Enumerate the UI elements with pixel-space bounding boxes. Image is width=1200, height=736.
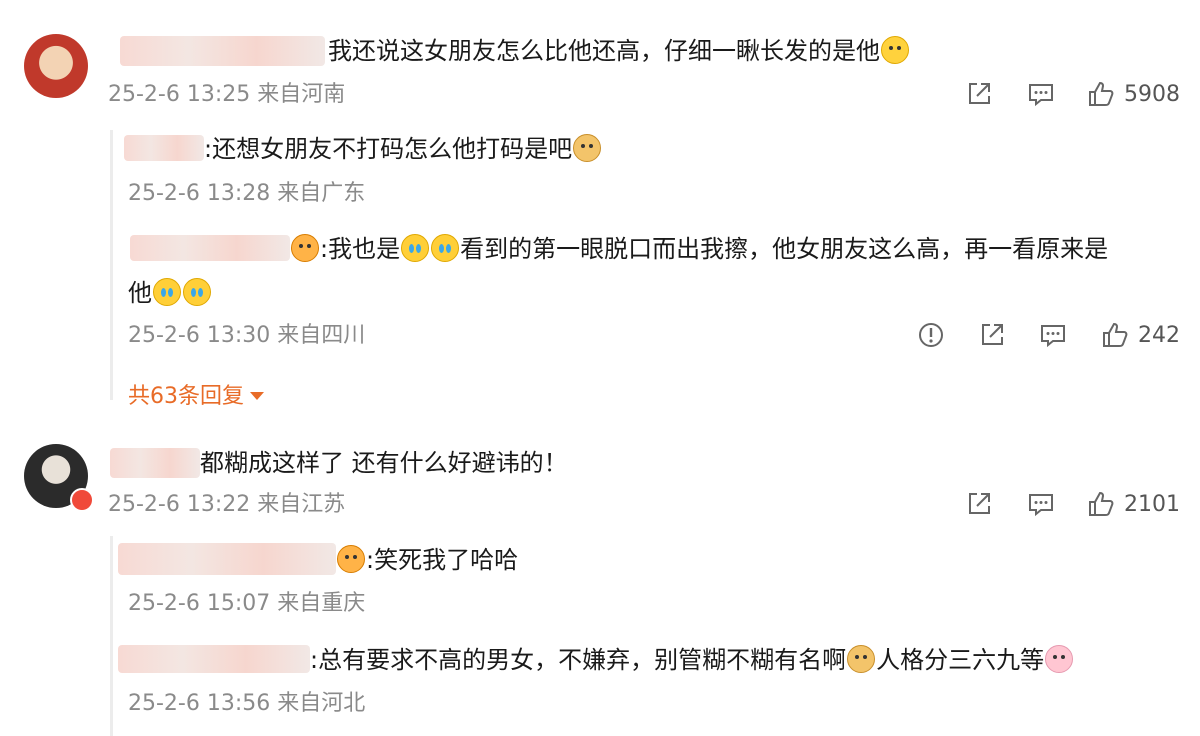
reply-text: :总有要求不高的男女，不嫌弃，别管糊不糊有名啊 人格分三六九等 — [310, 645, 1074, 675]
emoji-icon — [573, 134, 602, 162]
comment-button[interactable] — [1038, 320, 1068, 350]
like-count: 2101 — [1124, 491, 1180, 517]
reply-text-wrap: 他 — [128, 278, 212, 308]
comment-icon — [1041, 325, 1065, 348]
comment-meta: 25-2-6 13:22 来自江苏 — [108, 491, 345, 519]
comment-meta: 25-2-6 13:25 来自河南 — [108, 81, 345, 109]
like-icon — [1089, 81, 1114, 106]
like-button[interactable]: 5908 — [1086, 79, 1180, 109]
comment-icon — [1029, 84, 1053, 107]
avatar[interactable] — [24, 34, 88, 98]
emoji-icon — [881, 36, 909, 64]
comment-time: 25-2-6 13:25 — [108, 82, 251, 107]
share-icon — [969, 493, 990, 514]
reply-text: :笑死我了哈哈 — [336, 545, 518, 575]
emoji-icon — [1045, 645, 1074, 673]
comment-location: 来自江苏 — [257, 492, 346, 517]
like-button[interactable]: 242 — [1100, 320, 1180, 350]
share-icon — [969, 83, 990, 104]
emoji-icon — [183, 278, 211, 306]
share-icon — [982, 324, 1003, 345]
reply-time: 25-2-6 13:56 — [128, 691, 271, 716]
blurred-username — [110, 448, 200, 478]
reply-time: 25-2-6 13:28 — [128, 181, 271, 206]
emoji-icon — [153, 278, 181, 306]
more-replies-link[interactable]: 共63条回复 — [128, 378, 264, 410]
reply-meta: 25-2-6 13:30 来自四川 — [128, 322, 365, 350]
blurred-username — [120, 36, 325, 66]
comment-text: 都糊成这样了 还有什么好避讳的！ — [200, 449, 568, 477]
badge-icon — [337, 545, 365, 573]
reply-time: 25-2-6 15:07 — [128, 591, 271, 616]
report-button[interactable] — [916, 320, 946, 350]
share-button[interactable] — [964, 489, 994, 519]
reply-text: :还想女朋友不打码怎么他打码是吧 — [204, 134, 602, 164]
blurred-username — [118, 645, 310, 673]
comment-time: 25-2-6 13:22 — [108, 492, 251, 517]
report-icon — [919, 323, 943, 347]
reply-meta: 25-2-6 13:56 来自河北 — [128, 690, 365, 718]
share-button[interactable] — [964, 79, 994, 109]
reply-location: 来自广东 — [277, 181, 366, 206]
like-icon — [1089, 491, 1114, 516]
comment-text: 我还说这女朋友怎么比他还高，仔细一瞅长发的是他 — [328, 36, 910, 66]
comment-location: 来自河南 — [257, 82, 346, 107]
reply-thread-line — [110, 130, 113, 400]
blurred-username — [130, 235, 290, 261]
comment-button[interactable] — [1026, 79, 1056, 109]
reply-thread-line — [110, 536, 113, 736]
like-button[interactable]: 2101 — [1086, 489, 1180, 519]
reply-meta: 25-2-6 15:07 来自重庆 — [128, 590, 365, 618]
reply-location: 来自重庆 — [277, 591, 366, 616]
reply-meta: 25-2-6 13:28 来自广东 — [128, 180, 365, 208]
verified-badge — [70, 488, 94, 512]
blurred-username — [118, 543, 336, 575]
comment-button[interactable] — [1026, 489, 1056, 519]
blurred-username — [124, 135, 204, 161]
like-icon — [1103, 322, 1128, 347]
comment-icon — [1029, 494, 1053, 517]
like-count: 242 — [1138, 322, 1180, 348]
badge-icon — [291, 234, 319, 262]
emoji-icon — [431, 234, 460, 262]
reply-location: 来自河北 — [277, 691, 366, 716]
emoji-icon — [847, 645, 876, 673]
chevron-down-icon — [250, 392, 264, 400]
share-button[interactable] — [977, 320, 1007, 350]
reply-location: 来自四川 — [277, 323, 366, 348]
reply-text: :我也是 看到的第一眼脱口而出我擦，他女朋友这么高，再一看原来是 — [290, 234, 1108, 264]
like-count: 5908 — [1124, 81, 1180, 107]
reply-time: 25-2-6 13:30 — [128, 323, 271, 348]
emoji-icon — [401, 234, 430, 262]
